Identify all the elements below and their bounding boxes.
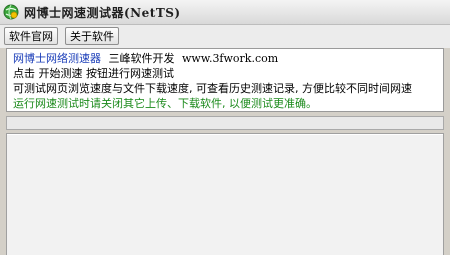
info-line-1: 网博士网络测速器 三峰软件开发 www.3fwork.com: [13, 51, 437, 66]
window-title: 网博士网速测试器(NetTS): [24, 6, 181, 20]
divider: [7, 134, 443, 135]
website-text: www.3fwork.com: [182, 52, 279, 65]
title-bar[interactable]: 网博士网速测试器(NetTS): [0, 0, 450, 25]
result-area: [6, 133, 444, 255]
globe-icon: [3, 4, 19, 20]
toolbar: 软件官网 关于软件: [0, 25, 450, 48]
info-line-2: 点击 开始测速 按钮进行网速测试: [13, 67, 174, 80]
info-panel: 网博士网络测速器 三峰软件开发 www.3fwork.com 点击 开始测速 按…: [6, 48, 444, 112]
app-name: 网博士网络测速器: [13, 52, 101, 65]
official-site-button[interactable]: 软件官网: [4, 27, 58, 45]
progress-bar: [6, 116, 444, 130]
tip-text: 运行网速测试时请关闭其它上传、下载软件, 以便测试更准确。: [13, 97, 317, 110]
developer-text: 三峰软件开发: [108, 52, 175, 65]
info-line-3: 可测试网页浏览速度与文件下载速度, 可查看历史测速记录, 方便比较不同时间网速: [13, 82, 412, 95]
about-button[interactable]: 关于软件: [65, 27, 119, 45]
